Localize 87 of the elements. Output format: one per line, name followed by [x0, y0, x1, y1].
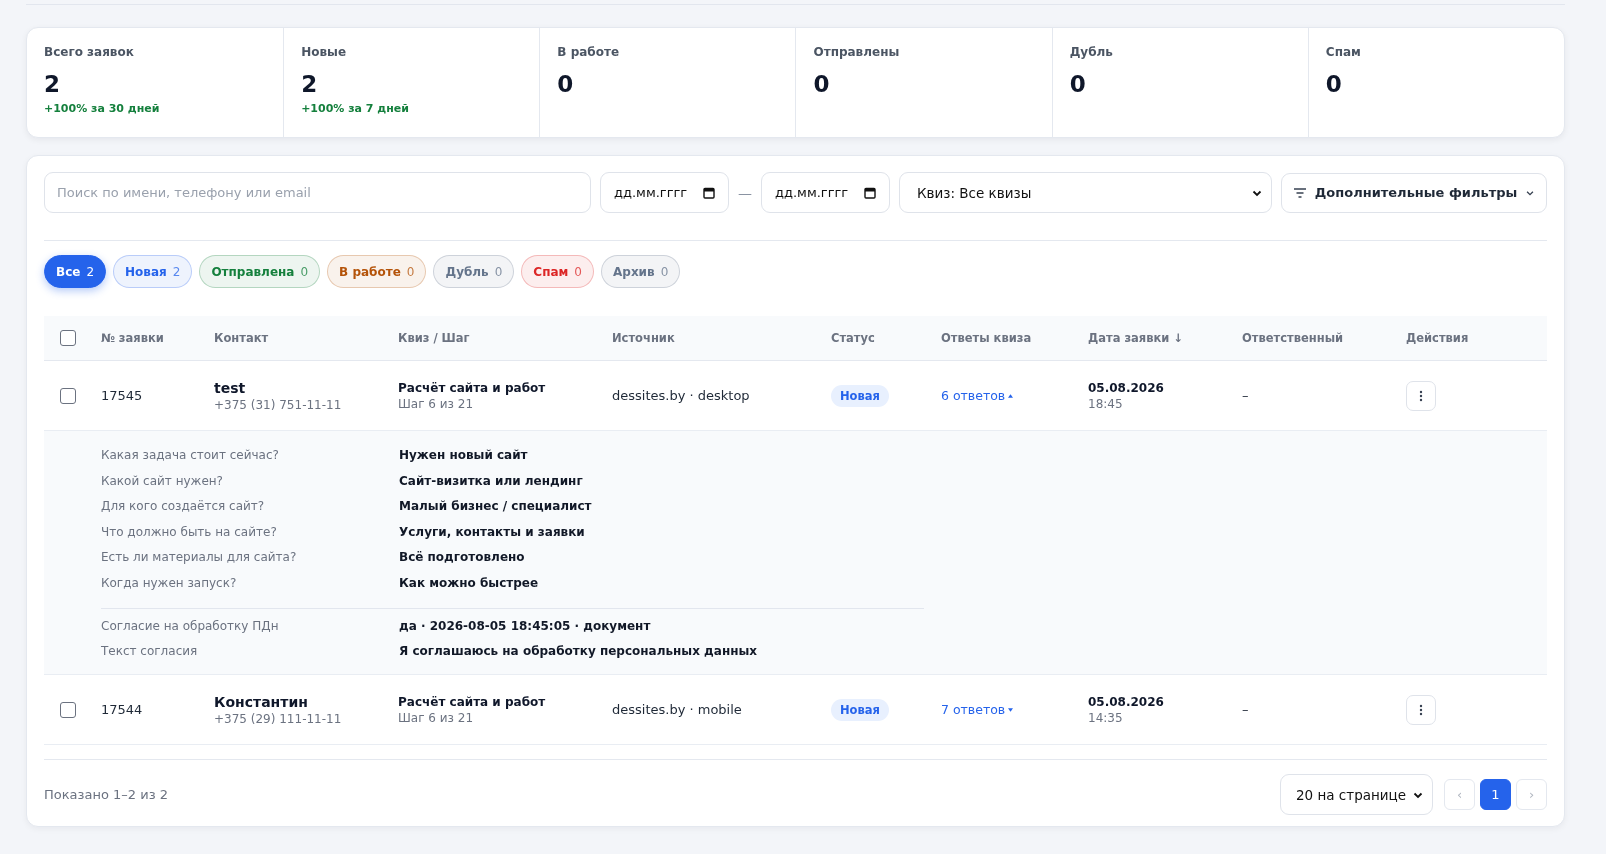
stat-trend: +100% за 30 дней — [44, 102, 161, 115]
calendar-icon — [703, 186, 715, 199]
answer-value: Услуги, контакты и заявки — [399, 523, 586, 541]
column-header: № заявки — [101, 331, 165, 345]
column-header: Действия — [1406, 331, 1470, 345]
status-tab[interactable]: Дубль 0 — [433, 255, 515, 288]
row-checkbox[interactable] — [60, 701, 76, 718]
contact-name: Константин — [214, 693, 309, 710]
stat-label: Спам — [1325, 45, 1362, 59]
status-tab[interactable]: Архив 0 — [601, 255, 681, 288]
column-header: Дата заявки ↓ — [1088, 331, 1185, 345]
quiz-name: Расчёт сайта и работ — [398, 694, 547, 709]
stat-value: 0 — [557, 71, 575, 97]
request-date: 05.08.2026 — [1088, 694, 1165, 709]
triangle-up-icon — [1008, 393, 1014, 398]
contact-phone: +375 (29) 111-11-11 — [214, 711, 343, 726]
request-time: 18:45 — [1088, 396, 1124, 411]
quiz-step: Шаг 6 из 21 — [398, 710, 612, 725]
status-tab[interactable]: Новая 2 — [113, 255, 193, 288]
answer-value: Как можно быстрее — [399, 574, 540, 592]
question-label: Для кого создаётся сайт? — [101, 498, 266, 515]
status-tab[interactable]: Все 2 — [44, 255, 107, 288]
contact-name: test — [214, 379, 247, 396]
source-cell-text: dessites.by · mobile — [612, 702, 743, 717]
consent-value: да · 2026-08-05 18:45:05 · документ — [399, 617, 652, 635]
quiz-name: Расчёт сайта и работ — [398, 380, 547, 395]
page-size-select[interactable]: 20 на странице — [1280, 774, 1433, 815]
stat-value: 2 — [44, 71, 61, 97]
results-summary: Показано 1–2 из 2 — [44, 787, 168, 802]
stat-label: В работе — [557, 45, 621, 59]
question-label: Есть ли материалы для сайта? — [101, 549, 298, 566]
stat-value: 0 — [813, 71, 831, 97]
stat-value: 0 — [1325, 71, 1343, 97]
page-button[interactable]: 1 — [1480, 779, 1511, 810]
source-cell-text: dessites.by · desktop — [612, 388, 751, 403]
column-header: Контакт — [214, 331, 270, 345]
filter-icon — [1292, 186, 1307, 199]
more-filters-button[interactable]: Дополнительные фильтры — [1281, 172, 1547, 213]
more-vertical-icon — [1419, 389, 1423, 402]
stat-label: Дубль — [1069, 45, 1114, 59]
responsible-cell-text: – — [1242, 388, 1250, 403]
calendar-icon — [864, 186, 876, 199]
request-number: 17545 — [101, 388, 144, 403]
question-label: Какая задача стоит сейчас? — [101, 447, 280, 464]
answers-link[interactable]: 6 ответов — [941, 388, 1014, 403]
question-label: Какой сайт нужен? — [101, 472, 224, 490]
column-header: Квиз / Шаг — [398, 331, 471, 345]
request-date: 05.08.2026 — [1088, 380, 1165, 395]
stat-trend: +100% за 7 дней — [301, 102, 410, 115]
status-tab[interactable]: Спам 0 — [521, 255, 594, 288]
answer-value: Сайт-визитка или лендинг — [399, 472, 584, 490]
question-label: Что должно быть на сайте? — [101, 523, 278, 541]
request-time: 14:35 — [1088, 710, 1124, 725]
search-field[interactable]: Поиск по имени, телефону или email — [44, 172, 591, 213]
triangle-down-icon — [1008, 707, 1014, 712]
status-badge: Новая — [831, 698, 889, 721]
responsible-cell-text: – — [1242, 702, 1250, 717]
date-from-field[interactable]: дд.мм.гггг — [600, 172, 729, 213]
question-label: Когда нужен запуск? — [101, 574, 238, 592]
stat-value: 0 — [1069, 71, 1087, 97]
answers-link[interactable]: 7 ответов — [941, 702, 1014, 717]
date-to-field[interactable]: дд.мм.гггг — [761, 172, 890, 213]
stat-label: Отправлены — [813, 45, 901, 59]
column-header: Источник — [612, 331, 676, 345]
column-header: Ответственный — [1242, 331, 1345, 345]
contact-phone: +375 (31) 751-11-11 — [214, 397, 343, 412]
stat-label: Новые — [301, 45, 348, 59]
status-badge: Новая — [831, 384, 889, 407]
request-number: 17544 — [101, 702, 144, 717]
date-separator: — — [738, 184, 752, 201]
consent-label: Текст согласия — [101, 643, 199, 660]
row-checkbox[interactable] — [60, 387, 76, 404]
consent-label: Согласие на обработку ПДн — [101, 617, 280, 635]
quiz-step: Шаг 6 из 21 — [398, 396, 612, 411]
stat-label: Всего заявок — [44, 45, 135, 59]
status-tab[interactable]: Отправлена 0 — [199, 255, 321, 288]
consent-value: Я соглашаюсь на обработку персональных данных — [399, 643, 759, 660]
answer-value: Всё подготовлено — [399, 549, 526, 566]
column-header: Ответы квиза — [941, 331, 1033, 345]
quiz-select[interactable]: Квиз: Все квизы — [899, 172, 1272, 213]
stat-value: 2 — [301, 71, 319, 97]
select-all-checkbox[interactable] — [60, 330, 76, 346]
status-tab[interactable]: В работе 0 — [327, 255, 427, 288]
answer-value: Нужен новый сайт — [399, 447, 529, 464]
column-header: Статус — [831, 331, 876, 345]
answer-value: Малый бизнес / специалист — [399, 498, 593, 515]
more-vertical-icon — [1419, 703, 1423, 716]
